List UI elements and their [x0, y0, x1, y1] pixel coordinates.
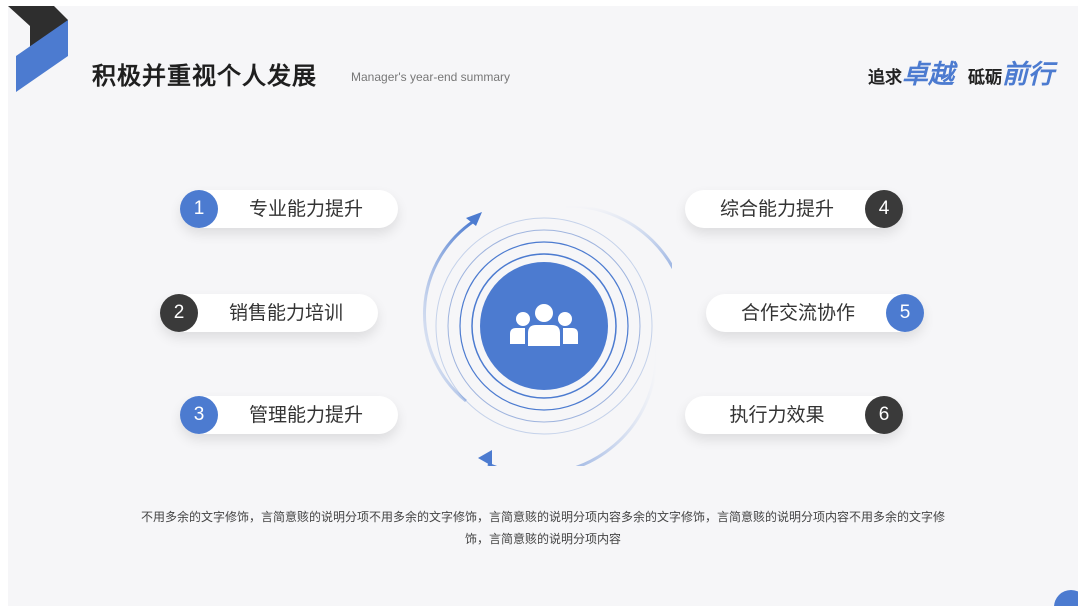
item-5: 5 合作交流协作 [706, 294, 924, 332]
item-label: 综合能力提升 [719, 198, 834, 220]
item-number-badge: 5 [886, 294, 924, 332]
item-1: 1 专业能力提升 [180, 190, 398, 228]
center-graphic [423, 204, 672, 466]
item-number-badge: 2 [160, 294, 198, 332]
item-label: 专业能力提升 [248, 198, 363, 220]
page-subtitle: Manager's year-end summary [351, 70, 511, 84]
item-label: 管理能力提升 [248, 404, 363, 426]
item-label: 销售能力培训 [228, 302, 343, 324]
item-4: 4 综合能力提升 [685, 190, 903, 228]
corner-decoration [1054, 590, 1078, 606]
item-6: 6 执行力效果 [685, 396, 903, 434]
item-2: 2 销售能力培训 [160, 294, 378, 332]
slogan: 追求卓越 砥砺前行 [868, 54, 1054, 91]
slogan-part-3: 砥砺 [967, 68, 1002, 88]
logo-shape [8, 6, 68, 92]
slogan-part-4: 前行 [1001, 60, 1054, 90]
slogan-part-1: 追求 [867, 68, 902, 88]
item-number-badge: 4 [865, 190, 903, 228]
slogan-part-2: 卓越 [901, 60, 954, 90]
description-text: 不用多余的文字修饰，言简意赅的说明分项不用多余的文字修饰，言简意赅的说明分项内容… [140, 510, 945, 546]
arrow-head-bottom [478, 450, 492, 466]
item-number-badge: 6 [865, 396, 903, 434]
page-title: 积极并重视个人发展 [92, 62, 317, 90]
item-number-badge: 3 [180, 396, 218, 434]
item-label: 执行力效果 [729, 404, 825, 426]
item-label: 合作交流协作 [740, 302, 855, 324]
item-3: 3 管理能力提升 [180, 396, 398, 434]
item-number-badge: 1 [180, 190, 218, 228]
slide: 积极并重视个人发展 Manager's year-end summary 追求卓… [8, 6, 1078, 606]
